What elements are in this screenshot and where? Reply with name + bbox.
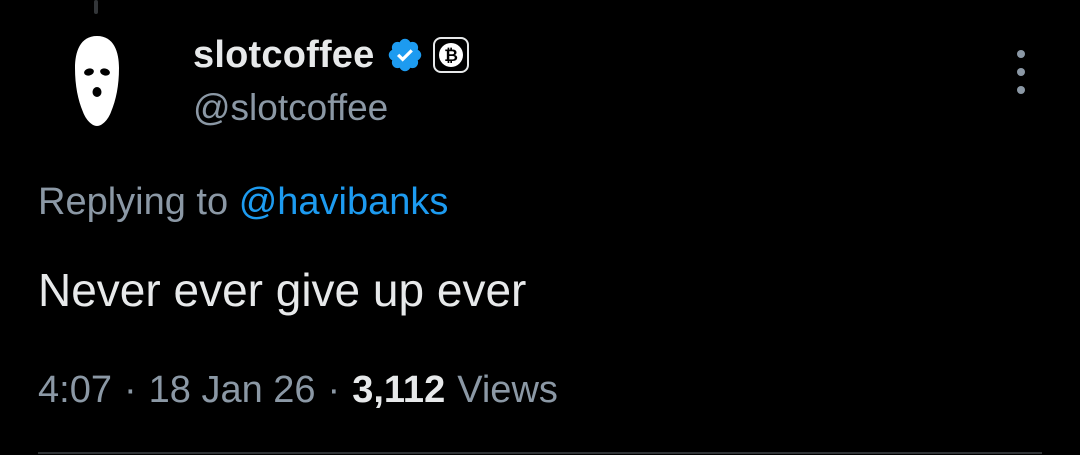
- views-label: Views: [457, 369, 558, 411]
- svg-text:₿: ₿: [445, 46, 459, 66]
- reply-mention-link[interactable]: @havibanks: [239, 181, 449, 223]
- more-dot: [1017, 68, 1025, 76]
- more-options-icon[interactable]: [1004, 50, 1038, 94]
- tweet-text: Never ever give up ever: [38, 264, 527, 316]
- meta-separator: ·: [123, 369, 137, 411]
- replying-to-label: Replying to: [38, 181, 229, 223]
- divider: [38, 452, 1042, 454]
- author-row: slotcoffee ₿: [193, 30, 470, 80]
- tweet-time[interactable]: 4:07: [38, 369, 112, 411]
- thread-connector-line: [94, 0, 98, 14]
- meta-separator: ·: [327, 369, 341, 411]
- verified-badge-icon[interactable]: [386, 36, 424, 74]
- tweet-date[interactable]: 18 Jan 26: [149, 369, 316, 411]
- ski-mask-icon: [38, 16, 156, 134]
- avatar[interactable]: [38, 16, 156, 134]
- replying-to-line: Replying to @havibanks: [38, 176, 448, 228]
- bitcoin-icon[interactable]: ₿: [433, 37, 470, 73]
- author-handle[interactable]: @slotcoffee: [193, 84, 388, 132]
- views-count[interactable]: 3,112: [352, 369, 457, 411]
- author-display-name[interactable]: slotcoffee: [193, 30, 374, 80]
- tweet-meta: 4:07 · 18 Jan 26 · 3,112 Views: [38, 364, 558, 416]
- more-dot: [1017, 50, 1025, 58]
- more-dot: [1017, 86, 1025, 94]
